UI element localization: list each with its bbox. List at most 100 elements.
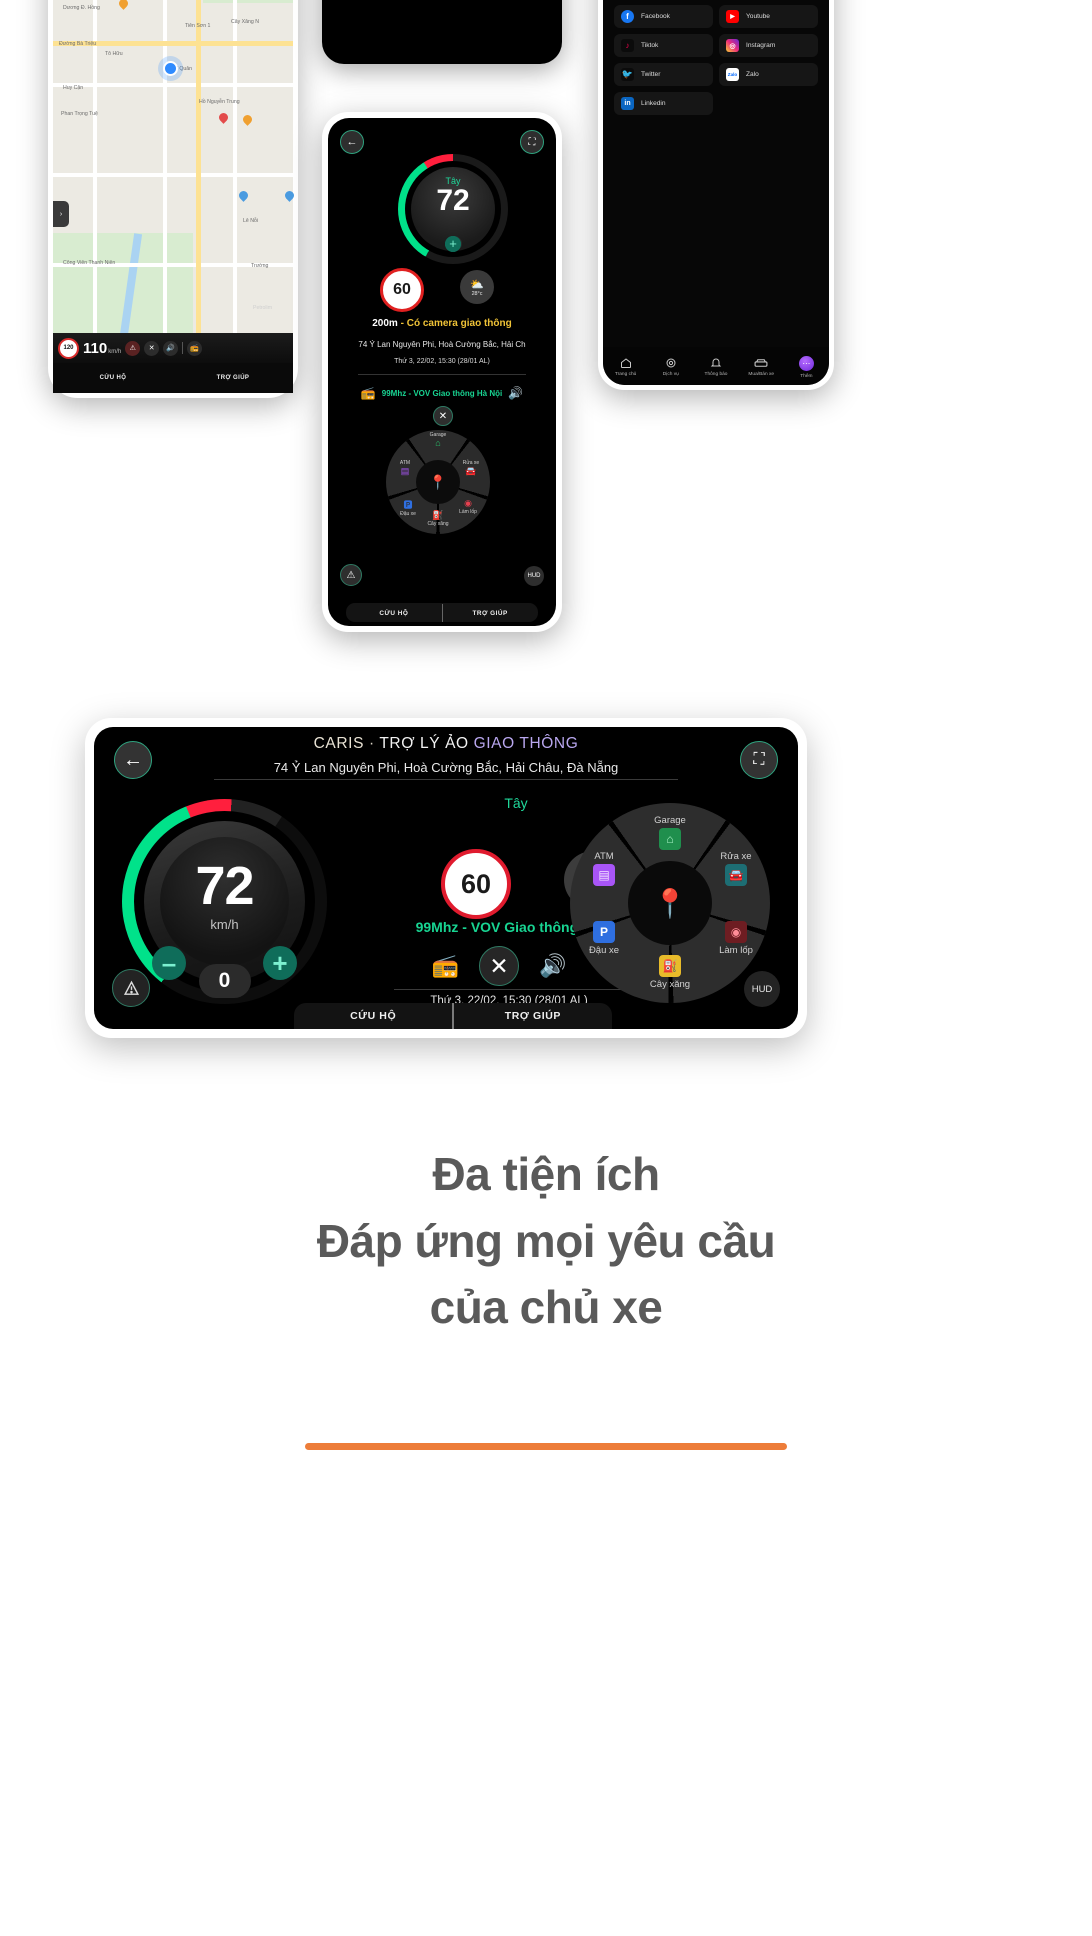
dashboard-phone-frame: ← ⛶ Tây 72 – 0 + 60 ⛅ 28°c xyxy=(322,112,562,632)
map-label: Tô Hữu xyxy=(105,51,123,57)
home-icon xyxy=(620,358,631,368)
map-side-tab[interactable]: › xyxy=(53,201,69,227)
wheel-item-carwash[interactable]: Rửa xe 🚘 xyxy=(703,851,769,886)
social-link-twitter[interactable]: 🐦 Twitter xyxy=(614,63,713,86)
warning-icon[interactable]: ⚠ xyxy=(125,340,141,356)
social-label: Zalo xyxy=(746,71,759,78)
weather-icon: ⛅ xyxy=(470,278,484,291)
social-link-zalo[interactable]: Zalo Zalo xyxy=(719,63,818,86)
wheel-label: Cây xăng xyxy=(649,979,691,990)
map-label: Phan Trọng Tuệ xyxy=(61,111,98,117)
linkedin-icon: in xyxy=(621,97,634,110)
map-label: Trường xyxy=(251,263,269,269)
radio-icon[interactable]: 📻 xyxy=(361,386,376,400)
close-icon[interactable]: ✕ xyxy=(144,340,160,356)
camera-text: - Có camera giao thông xyxy=(400,318,512,329)
nav-label: Mua/Bán xe xyxy=(748,372,775,377)
map-label: Lê Nỗi xyxy=(243,218,258,224)
nav-item-more[interactable]: ⋯ Thêm xyxy=(784,355,829,379)
speed-unit: km/h xyxy=(108,348,122,355)
snapshot-button[interactable]: ⛶ xyxy=(740,741,778,779)
volume-icon[interactable]: 🔊 xyxy=(163,340,179,356)
nav-item-notifications[interactable]: Thông báo xyxy=(693,357,738,377)
wheel-item-garage[interactable]: Garage ⌂ xyxy=(637,815,703,850)
map-poi-pin[interactable] xyxy=(117,0,130,11)
social-link-tiktok[interactable]: ♪ Tiktok xyxy=(614,34,713,57)
garage-icon: ⌂ xyxy=(659,828,681,850)
wheel-label: Làm lốp xyxy=(719,945,753,956)
carwash-icon[interactable]: 🚘 xyxy=(465,466,476,477)
hud-button[interactable]: HUD xyxy=(524,566,544,586)
facebook-icon: f xyxy=(621,10,634,23)
atm-icon[interactable]: ▤ xyxy=(401,466,410,477)
headline-block: Đa tiện ích Đáp ứng mọi yêu cầu của chủ … xyxy=(0,1138,1092,1344)
social-link-linkedin[interactable]: in Linkedin xyxy=(614,92,713,115)
back-button[interactable]: ← xyxy=(114,741,152,779)
page-root: Bệnh viện Mắt Đà Nẵng Cây Xăng N Tiên Sơ… xyxy=(0,0,1092,1936)
nav-item-buysell[interactable]: Mua/Bán xe xyxy=(739,357,784,377)
tire-icon: ◉ xyxy=(725,921,747,943)
wheel-center-icon[interactable]: 📍 xyxy=(416,460,460,504)
nav-label: Thông báo xyxy=(704,372,728,377)
big-dashboard-screen: CARIS · TRỢ LÝ ẢO GIAO THÔNG 74 Ỷ Lan Ng… xyxy=(94,727,798,1029)
title-caris: CARIS xyxy=(313,735,365,752)
speed-unit: km/h xyxy=(210,917,239,932)
gear-icon xyxy=(666,358,676,368)
social-label: Linkedin xyxy=(641,100,666,107)
speed-decrease-button[interactable]: – xyxy=(152,946,186,980)
wheel-label: Rửa xe xyxy=(720,851,752,862)
map-help-button[interactable]: TRỢ GIÚP xyxy=(173,363,293,393)
garage-icon[interactable]: ⌂ xyxy=(435,438,440,448)
map-road xyxy=(53,83,293,87)
back-button[interactable]: ← xyxy=(340,130,364,154)
rescue-button[interactable]: CỨU HỘ xyxy=(346,604,441,622)
volume-icon[interactable]: 🔊 xyxy=(508,386,523,400)
social-label: Youtube xyxy=(746,13,770,20)
speed-increase-button[interactable]: + xyxy=(263,946,297,980)
twitter-icon: 🐦 xyxy=(621,68,634,81)
warning-button[interactable]: ⚠ xyxy=(340,564,362,586)
map-poi-pin[interactable] xyxy=(217,111,230,125)
wheel-item-atm[interactable]: ATM ▤ xyxy=(571,851,637,886)
wheel-label-tire: Làm lốp xyxy=(459,509,477,515)
map-rescue-button[interactable]: CỨU HỘ xyxy=(53,363,173,393)
volume-icon[interactable]: 🔊 xyxy=(539,953,566,979)
title-separator: · xyxy=(368,735,375,752)
wheel-item-parking[interactable]: P Đậu xe xyxy=(571,921,637,956)
wheel-item-tire[interactable]: ◉ Làm lốp xyxy=(703,921,769,956)
snapshot-icon[interactable]: ⛶ xyxy=(520,130,544,154)
wheel-center-button[interactable]: 📍 xyxy=(628,861,712,945)
rescue-button[interactable]: CỨU HỘ xyxy=(294,1003,452,1029)
map-poi-pin[interactable] xyxy=(241,113,254,127)
current-location-dot xyxy=(163,61,178,76)
map-canvas[interactable]: Bệnh viện Mắt Đà Nẵng Cây Xăng N Tiên Sơ… xyxy=(53,0,296,393)
tire-icon[interactable]: ◉ xyxy=(464,498,472,509)
social-link-youtube[interactable]: ▶ Youtube xyxy=(719,5,818,28)
map-label: Cây Xăng N xyxy=(231,19,259,25)
title-traffic: GIAO THÔNG xyxy=(473,735,579,752)
current-address: 74 Ỷ Lan Nguyên Phi, Hoà Cường Bắc, Hải … xyxy=(358,340,526,349)
wheel-item-fuel[interactable]: ⛽ Cây xăng xyxy=(637,955,703,990)
close-button[interactable]: ✕ xyxy=(433,406,453,426)
weather-widget[interactable]: ⛅ 28°c xyxy=(460,270,494,304)
radio-icon[interactable]: 📻 xyxy=(187,340,203,356)
radio-icon[interactable]: 📻 xyxy=(432,953,459,979)
map-poi-pin[interactable] xyxy=(283,189,296,203)
map-poi-pin[interactable] xyxy=(237,189,250,203)
fuel-icon[interactable]: ⛽ xyxy=(432,510,443,521)
dashboard-screen: ← ⛶ Tây 72 – 0 + 60 ⛅ 28°c xyxy=(328,118,556,626)
close-button[interactable]: ✕ xyxy=(479,946,519,986)
speed-increase-button[interactable]: + xyxy=(445,235,461,252)
help-button[interactable]: TRỢ GIÚP xyxy=(454,1003,612,1029)
nav-item-services[interactable]: Dịch vụ xyxy=(648,357,693,377)
warning-button[interactable] xyxy=(112,969,150,1007)
service-wheel: 📍 Garage ⌂ Rửa xe 🚘 ◉ Làm lốp ⛽ Cây xăng xyxy=(570,803,770,1003)
wheel-label: ATM xyxy=(594,851,614,862)
social-link-instagram[interactable]: ◎ Instagram xyxy=(719,34,818,57)
datetime-label: Thứ 3, 22/02, 15:30 (28/01 AL) xyxy=(394,358,490,365)
parking-icon[interactable]: 🅿 xyxy=(403,498,412,511)
social-link-facebook[interactable]: f Facebook xyxy=(614,5,713,28)
blank-phone-card xyxy=(322,0,562,64)
help-button[interactable]: TRỢ GIÚP xyxy=(443,604,538,622)
nav-item-home[interactable]: Trang chủ xyxy=(603,357,648,377)
